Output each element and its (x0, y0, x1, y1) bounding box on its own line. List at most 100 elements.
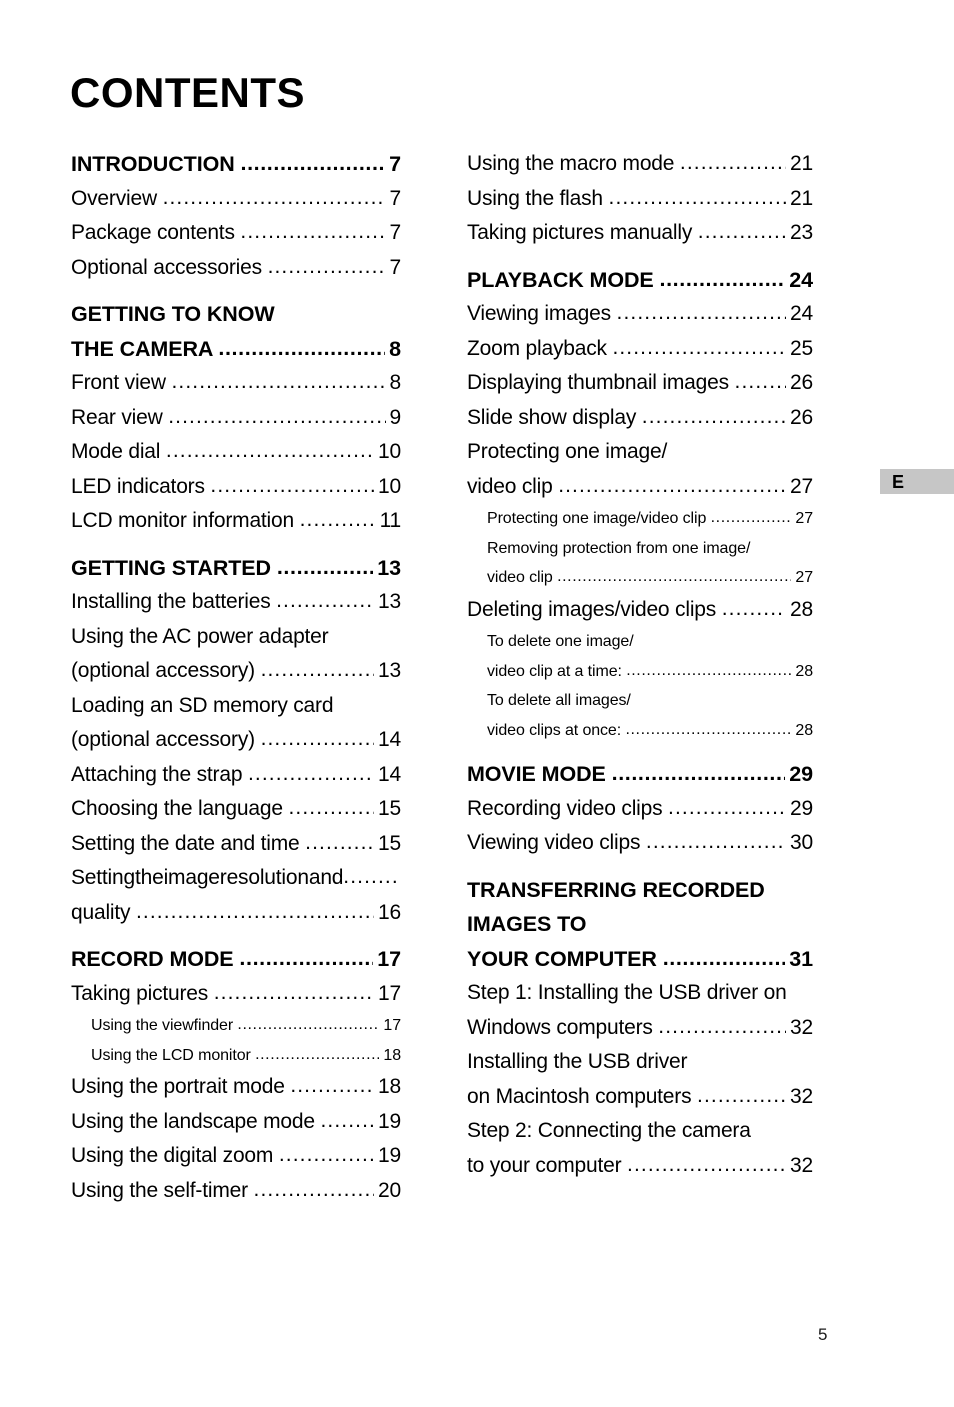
toc-entry[interactable]: To delete one image/ (467, 627, 813, 657)
toc-entry[interactable]: GETTING TO KNOW (71, 297, 401, 332)
toc-entry[interactable]: Rear view 9 (71, 401, 401, 436)
toc-entry-label: GETTING TO KNOW (71, 302, 281, 326)
toc-entry[interactable]: Installing the USB driver (467, 1045, 813, 1080)
toc-page-number: 17 (377, 947, 401, 971)
toc-entry[interactable]: LCD monitor information 11 (71, 504, 401, 539)
toc-page-number: 28 (795, 721, 813, 739)
toc-entry[interactable]: Recording video clips 29 (467, 792, 813, 827)
toc-page-number: 19 (378, 1144, 401, 1167)
toc-entry[interactable]: Using the portrait mode 18 (71, 1070, 401, 1105)
toc-entry-label: PLAYBACK MODE (467, 267, 660, 292)
toc-entry[interactable]: Viewing video clips 30 (467, 826, 813, 861)
toc-entry[interactable]: Zoom playback 25 (467, 332, 813, 367)
toc-entry[interactable]: video clip at a time: 28 (467, 657, 813, 687)
toc-entry-label: Windows computers (467, 1015, 659, 1039)
toc-page-number: 9 (389, 405, 402, 429)
toc-entry[interactable]: Using the viewfinder 17 (71, 1011, 401, 1041)
toc-dot-leader (642, 400, 786, 435)
toc-entry[interactable]: Step 1: Installing the USB driver on (467, 976, 813, 1011)
toc-entry-label: (optional accessory) (71, 728, 261, 751)
toc-entry[interactable]: Removing protection from one image/ (467, 534, 813, 564)
toc-entry[interactable]: Attaching the strap 14 (71, 758, 401, 793)
toc-page-number: 14 (378, 762, 401, 786)
toc-entry-label: Slide show display (467, 405, 642, 429)
toc-entry[interactable]: Viewing images 24 (467, 297, 813, 332)
toc-entry[interactable]: video clips at once: 28 (467, 716, 813, 746)
toc-entry[interactable]: Using the LCD monitor 18 (71, 1041, 401, 1071)
toc-page-number: 7 (389, 255, 402, 279)
toc-entry[interactable]: Choosing the language 15 (71, 792, 401, 827)
toc-page-number: 13 (378, 590, 401, 613)
toc-entry[interactable]: on Macintosh computers 32 (467, 1080, 813, 1115)
toc-entry[interactable]: Protecting one image/video clip 27 (467, 504, 813, 534)
toc-page-number: 16 (378, 900, 401, 924)
toc-page-number: 13 (378, 659, 401, 682)
toc-entry[interactable]: Step 2: Connecting the camera (467, 1114, 813, 1149)
toc-page-number: 10 (378, 474, 401, 498)
toc-entry-label: LCD monitor information (71, 509, 300, 532)
toc-entry[interactable]: TRANSFERRING RECORDED (467, 873, 813, 908)
toc-page-number: 19 (378, 1109, 401, 1133)
toc-entry[interactable]: To delete all images/ (467, 686, 813, 716)
toc-entry[interactable]: Protecting one image/ (467, 435, 813, 470)
toc-entry[interactable]: RECORD MODE 17 (71, 942, 401, 977)
toc-entry[interactable]: Slide show display 26 (467, 401, 813, 436)
toc-entry-label: video clip (467, 474, 559, 498)
toc-page-number: 29 (789, 762, 813, 786)
toc-entry[interactable]: Deleting images/video clips 28 (467, 593, 813, 628)
toc-entry-label: video clip (487, 569, 558, 586)
toc-entry[interactable]: Displaying thumbnail images 26 (467, 366, 813, 401)
toc-entry[interactable]: to your computer 32 (467, 1149, 813, 1184)
toc-entry[interactable]: IMAGES TO (467, 907, 813, 942)
toc-entry[interactable]: Setting the date and time 15 (71, 827, 401, 862)
toc-entry-label: To delete one image/ (487, 633, 638, 650)
toc-entry-label: Using the macro mode (467, 152, 680, 175)
toc-entry[interactable]: GETTING STARTED 13 (71, 551, 401, 586)
toc-entry[interactable]: quality 16 (71, 896, 401, 931)
toc-entry-label: TRANSFERRING RECORDED (467, 877, 771, 902)
toc-entry[interactable]: Installing the batteries 13 (71, 585, 401, 620)
toc-entry[interactable]: (optional accessory) 13 (71, 654, 401, 689)
toc-entry-label: GETTING STARTED (71, 555, 277, 580)
toc-entry[interactable]: Front view 8 (71, 366, 401, 401)
toc-entry[interactable]: Using the AC power adapter (71, 620, 401, 655)
toc-entry[interactable]: Taking pictures 17 (71, 977, 401, 1012)
toc-dot-leader (668, 791, 786, 826)
toc-entry[interactable]: LED indicators 10 (71, 470, 401, 505)
toc-entry[interactable]: video clip 27 (467, 470, 813, 505)
toc-entry-label: Using the viewfinder (91, 1017, 238, 1034)
toc-page-number: 8 (389, 336, 401, 361)
toc-entry[interactable]: (optional accessory) 14 (71, 723, 401, 758)
toc-dot-leader (276, 584, 374, 619)
toc-entry[interactable]: Package contents 7 (71, 216, 401, 251)
toc-entry[interactable]: video clip 27 (467, 563, 813, 593)
toc-entry[interactable]: THE CAMERA 8 (71, 332, 401, 367)
toc-entry[interactable]: Optional accessories 7 (71, 251, 401, 286)
toc-entry[interactable]: Setting the image resolution and (71, 861, 401, 896)
toc-entry[interactable]: YOUR COMPUTER 31 (467, 942, 813, 977)
toc-page-number: 26 (790, 371, 813, 394)
toc-entry[interactable]: Using the digital zoom 19 (71, 1139, 401, 1174)
toc-dot-leader (248, 757, 374, 792)
toc-page-number: 10 (378, 440, 401, 463)
toc-column-right: Using the macro mode 21Using the flash 2… (467, 147, 813, 1183)
toc-entry-label: Optional accessories (71, 255, 268, 279)
toc-entry[interactable]: Windows computers 32 (467, 1011, 813, 1046)
toc-entry[interactable]: Using the macro mode 21 (467, 147, 813, 182)
toc-entry[interactable]: PLAYBACK MODE 24 (467, 263, 813, 298)
toc-dot-leader (626, 656, 791, 686)
toc-entry[interactable]: INTRODUCTION 7 (71, 147, 401, 182)
toc-entry[interactable]: Overview 7 (71, 182, 401, 217)
toc-entry[interactable]: Taking pictures manually 23 (467, 216, 813, 251)
toc-entry[interactable]: Using the landscape mode 19 (71, 1105, 401, 1140)
toc-entry[interactable]: Using the self-timer 20 (71, 1174, 401, 1209)
toc-page-number: 17 (378, 981, 401, 1005)
toc-page-number: 15 (378, 831, 401, 855)
toc-entry[interactable]: Using the flash 21 (467, 182, 813, 217)
toc-entry[interactable]: MOVIE MODE 29 (467, 757, 813, 792)
toc-entry-label: Using the self-timer (71, 1178, 254, 1202)
toc-dot-leader (241, 146, 386, 181)
toc-entry[interactable]: Mode dial 10 (71, 435, 401, 470)
toc-entry-label: Taking pictures (71, 981, 214, 1005)
toc-entry[interactable]: Loading an SD memory card (71, 689, 401, 724)
